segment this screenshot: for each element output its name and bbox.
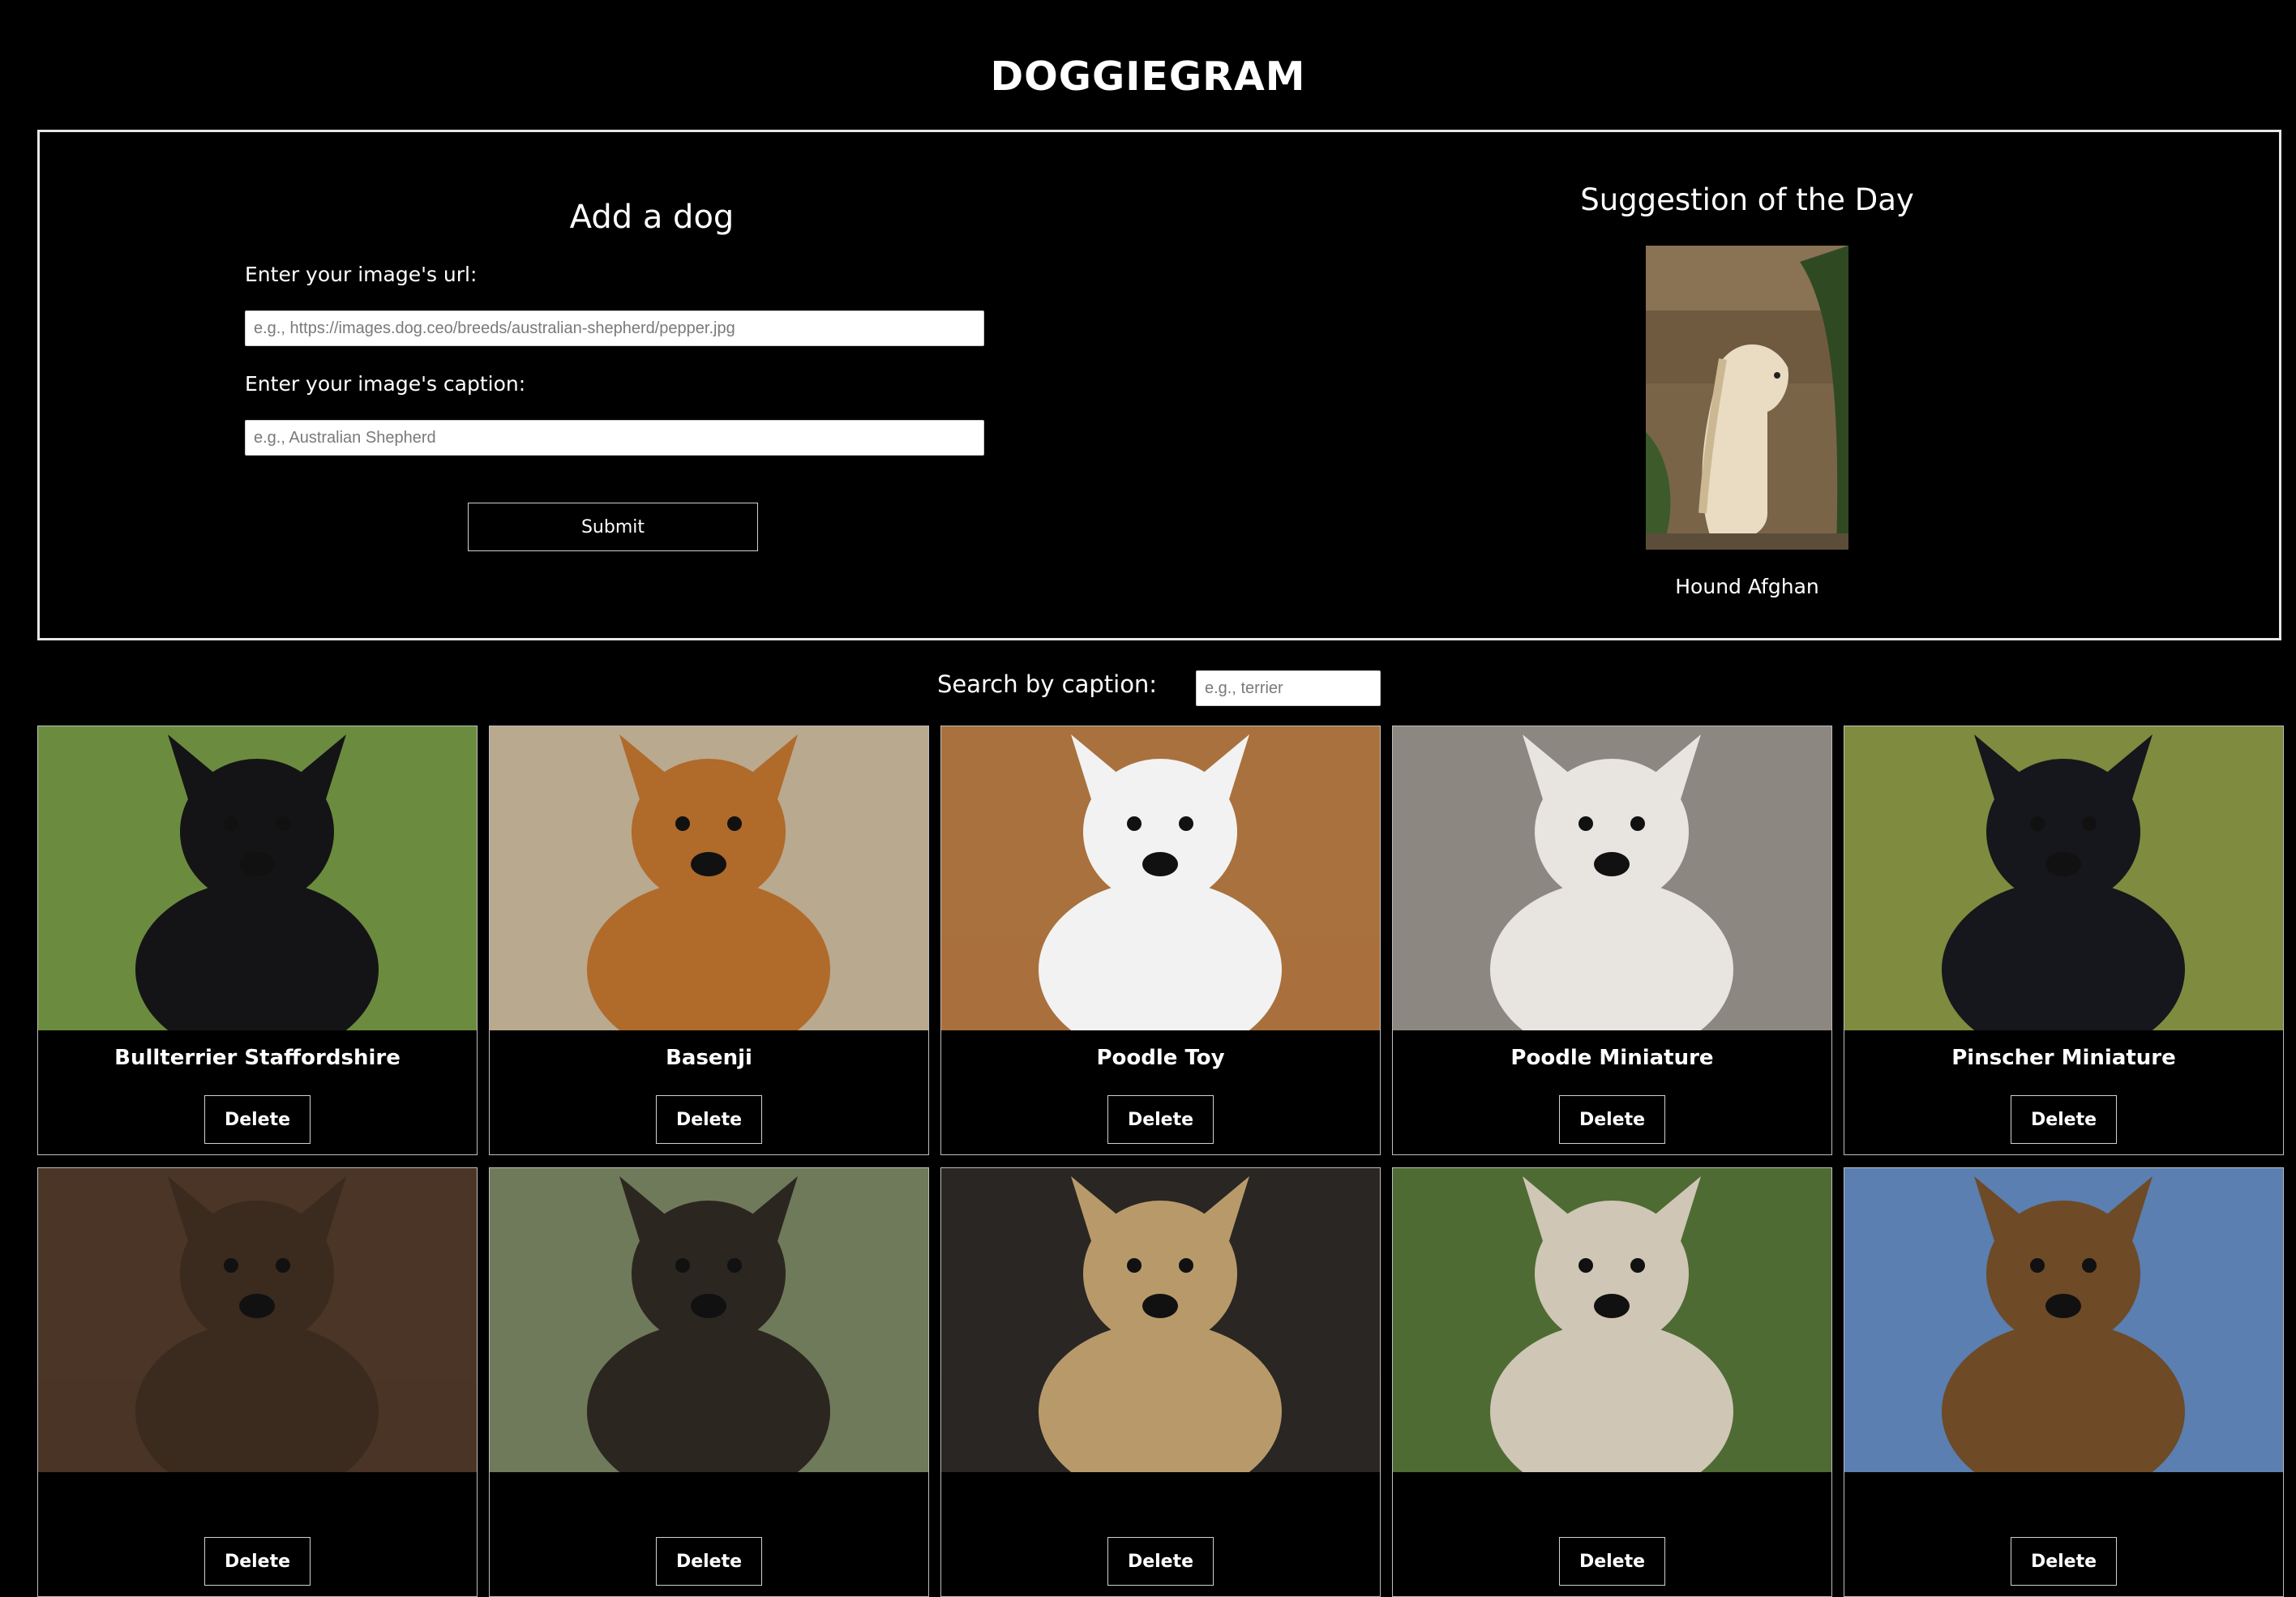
delete-button[interactable]: Delete [2011,1095,2117,1144]
delete-button[interactable]: Delete [1559,1537,1665,1586]
app-title: DOGGIEGRAM [990,54,1306,100]
yorkshire-terrier-photo [1844,1168,2283,1472]
dog-card: Delete [1844,1167,2284,1597]
dog-card: Delete [940,1167,1381,1597]
fluffy-puppy-photo [1393,1168,1831,1472]
terrier-mix-photo [490,1168,928,1472]
delete-button[interactable]: Delete [656,1537,762,1586]
suggestion-heading: Suggestion of the Day [1580,182,1914,217]
miniature-pinscher-photo [1844,726,2283,1030]
url-label: Enter your image's url: [245,263,478,286]
delete-button[interactable]: Delete [656,1095,762,1144]
delete-button[interactable]: Delete [1559,1095,1665,1144]
add-dog-form: Add a dog Enter your image's url: Enter … [245,132,1059,638]
dog-card: Delete [489,1167,929,1597]
delete-button[interactable]: Delete [1107,1537,1214,1586]
shaggy-dog-photo [941,1168,1380,1472]
shepherd-mix-photo [38,1168,477,1472]
add-dog-heading: Add a dog [569,199,735,236]
toy-poodle-photo [941,726,1380,1030]
dog-card: Poodle Miniature Delete [1392,726,1832,1155]
suggestion-of-the-day: Suggestion of the Day Hound Afghan [1236,132,2258,638]
staffordshire-bullterrier-photo [38,726,477,1030]
dog-card-caption: Basenji [666,1046,752,1070]
search-input[interactable] [1196,670,1381,706]
suggestion-caption: Hound Afghan [1675,575,1819,598]
miniature-poodle-photo [1393,726,1831,1030]
submit-button[interactable]: Submit [468,503,758,551]
delete-button[interactable]: Delete [1107,1095,1214,1144]
delete-button[interactable]: Delete [204,1095,311,1144]
dog-card: Poodle Toy Delete [940,726,1381,1155]
image-caption-input[interactable] [245,420,984,456]
dog-card: Delete [1392,1167,1832,1597]
caption-label: Enter your image's caption: [245,372,526,396]
dog-card-caption: Bullterrier Staffordshire [114,1046,401,1070]
dog-card: Delete [37,1167,478,1597]
dog-card: Basenji Delete [489,726,929,1155]
search-label: Search by caption: [937,670,1158,698]
top-panel: Add a dog Enter your image's url: Enter … [37,130,2281,640]
delete-button[interactable]: Delete [204,1537,311,1586]
basenji-photo [490,726,928,1030]
dog-card: Bullterrier Staffordshire Delete [37,726,478,1155]
dog-card-caption: Poodle Miniature [1510,1046,1714,1070]
dog-card: Pinscher Miniature Delete [1844,726,2284,1155]
dog-card-caption: Pinscher Miniature [1951,1046,2176,1070]
image-url-input[interactable] [245,310,984,346]
afghan-hound-photo [1646,246,1848,550]
dog-card-caption: Poodle Toy [1096,1046,1225,1070]
delete-button[interactable]: Delete [2011,1537,2117,1586]
